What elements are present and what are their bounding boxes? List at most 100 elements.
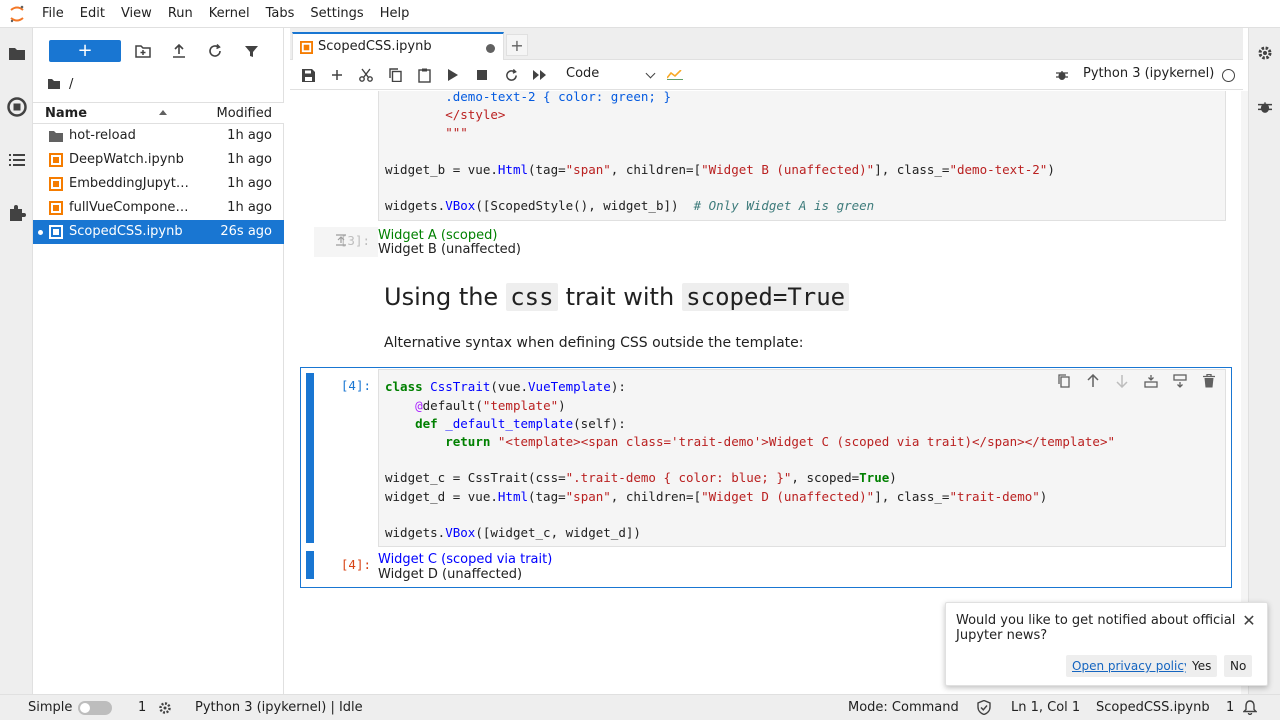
widget-d-output: Widget D (unaffected) xyxy=(378,567,523,582)
privacy-policy-link[interactable]: Open privacy policy xyxy=(1066,655,1198,677)
tab-scopedcss[interactable]: ScopedCSS.ipynb xyxy=(292,32,504,61)
fast-forward-icon[interactable] xyxy=(527,64,553,86)
file-row-embeddingjupyter[interactable]: EmbeddingJupyter.ipynb 1h ago xyxy=(33,172,284,196)
menu-help[interactable]: Help xyxy=(372,0,418,28)
file-modified: 26s ago xyxy=(220,224,272,239)
unsaved-dot-icon[interactable] xyxy=(486,44,495,53)
breadcrumb-folder-icon[interactable] xyxy=(47,78,61,90)
tab-label: ScopedCSS.ipynb xyxy=(318,39,432,54)
simple-mode-toggle[interactable] xyxy=(78,701,112,715)
cell-type-select[interactable]: Code xyxy=(562,66,658,84)
cut-icon[interactable] xyxy=(353,64,379,86)
running-kernels-icon[interactable] xyxy=(0,90,33,124)
insert-cell-above-icon[interactable] xyxy=(1141,371,1161,391)
insert-cell-below-icon[interactable] xyxy=(1170,371,1190,391)
restart-icon[interactable] xyxy=(498,64,524,86)
menu-file[interactable]: File xyxy=(34,0,72,28)
file-browser: + / Name Modified hot-reload 1h ago Deep… xyxy=(33,28,284,694)
code-line: def _default_template(self): xyxy=(415,416,626,431)
toast-message: Would you like to get notified about off… xyxy=(956,613,1236,643)
menu-run[interactable]: Run xyxy=(160,0,201,28)
stop-icon[interactable] xyxy=(469,64,495,86)
widget-a-output: Widget A (scoped) xyxy=(378,228,498,243)
code-line: return "<template><span class='trait-dem… xyxy=(445,434,1116,449)
new-tab-button[interactable]: + xyxy=(506,34,528,56)
file-name: hot-reload xyxy=(69,128,136,143)
no-button[interactable]: No xyxy=(1224,655,1253,677)
menu-edit[interactable]: Edit xyxy=(72,0,113,28)
plus-icon: + xyxy=(77,40,93,61)
new-launcher-button[interactable]: + xyxy=(49,40,121,62)
mode-indicator: Mode: Command xyxy=(848,700,959,715)
menu-view[interactable]: View xyxy=(113,0,160,28)
column-modified-header[interactable]: Modified xyxy=(217,106,272,121)
file-row-fullvuecomponent[interactable]: fullVueComponent.ipynb 1h ago xyxy=(33,196,284,220)
kernel-status[interactable]: Python 3 (ipykernel) | Idle xyxy=(195,700,363,715)
new-folder-icon[interactable] xyxy=(131,40,155,62)
code-line: """ xyxy=(445,125,468,140)
notification-count[interactable]: 1 xyxy=(1226,700,1234,715)
upload-icon[interactable] xyxy=(167,40,191,62)
save-icon[interactable] xyxy=(295,64,321,86)
folder-icon[interactable] xyxy=(0,36,33,70)
cell-type-value: Code xyxy=(566,66,600,81)
running-indicator-dot xyxy=(38,230,43,235)
move-up-icon[interactable] xyxy=(1083,371,1103,391)
file-row-scopedcss[interactable]: ScopedCSS.ipynb 26s ago xyxy=(33,220,284,244)
add-cell-icon[interactable] xyxy=(324,64,350,86)
extensions-puzzle-icon[interactable] xyxy=(0,196,33,230)
chevron-down-icon xyxy=(645,68,656,79)
column-name-header[interactable]: Name xyxy=(45,106,87,121)
jupyter-logo-icon xyxy=(0,0,34,28)
file-name: fullVueComponent.ipynb xyxy=(69,200,189,215)
menubar: File Edit View Run Kernel Tabs Settings … xyxy=(0,0,1280,28)
current-filename: ScopedCSS.ipynb xyxy=(1096,700,1210,715)
filter-icon[interactable] xyxy=(239,40,263,62)
kernel-status-idle-icon xyxy=(1222,69,1235,82)
menu-tabs[interactable]: Tabs xyxy=(258,0,303,28)
file-row-deepwatch[interactable]: DeepWatch.ipynb 1h ago xyxy=(33,148,284,172)
menu-settings[interactable]: Settings xyxy=(302,0,371,28)
refresh-icon[interactable] xyxy=(203,40,227,62)
folder-icon xyxy=(49,131,63,142)
table-of-contents-icon[interactable] xyxy=(0,143,33,177)
copy-icon[interactable] xyxy=(382,64,408,86)
menu-kernel[interactable]: Kernel xyxy=(201,0,258,28)
file-modified: 1h ago xyxy=(227,200,272,215)
bell-icon[interactable] xyxy=(1243,700,1257,715)
terminal-count[interactable]: 1 xyxy=(138,700,146,715)
debugger-bug-icon[interactable] xyxy=(1249,90,1280,124)
kernel-sessions-gear-icon[interactable] xyxy=(158,701,172,715)
run-icon[interactable] xyxy=(440,64,466,86)
duplicate-cell-icon[interactable] xyxy=(1054,371,1074,391)
cell-4-input[interactable]: class CssTrait(vue.VueTemplate): @defaul… xyxy=(378,369,1226,547)
close-icon[interactable]: ✕ xyxy=(1241,613,1257,629)
notebook-toolbar: Code Python 3 (ipykernel) xyxy=(290,60,1243,90)
debugger-bug-icon[interactable] xyxy=(1049,64,1075,86)
notebook-icon xyxy=(49,225,63,239)
paste-icon[interactable] xyxy=(411,64,437,86)
right-sidebar xyxy=(1248,28,1280,694)
output-collapser-bar[interactable] xyxy=(306,551,314,579)
variable-inspector-icon[interactable] xyxy=(662,64,688,86)
notebook-icon xyxy=(49,201,63,215)
heading-inline-code: css xyxy=(506,283,558,311)
property-inspector-gear-icon[interactable] xyxy=(1249,36,1280,70)
kernel-name[interactable]: Python 3 (ipykernel) xyxy=(1083,66,1214,81)
collapser-bar[interactable] xyxy=(306,373,314,543)
code-line: </style> xyxy=(445,107,506,122)
cell-4-output-prompt: [4]: xyxy=(340,557,371,572)
file-name: ScopedCSS.ipynb xyxy=(69,224,183,239)
main-area: ScopedCSS.ipynb + Code Python 3 (ipykern… xyxy=(290,28,1243,694)
file-row-hot-reload[interactable]: hot-reload 1h ago xyxy=(33,124,284,148)
cell-3-input[interactable]: .demo-text-2 { color: green; } </style> … xyxy=(378,91,1226,221)
delete-cell-icon[interactable] xyxy=(1199,371,1219,391)
yes-button[interactable]: Yes xyxy=(1186,655,1218,677)
code-line: class CssTrait(vue.VueTemplate): xyxy=(385,379,626,394)
collapse-output-icon[interactable] xyxy=(334,233,348,247)
cursor-position[interactable]: Ln 1, Col 1 xyxy=(1011,700,1080,715)
move-down-icon[interactable] xyxy=(1112,371,1132,391)
breadcrumb-root[interactable]: / xyxy=(69,77,73,92)
trusted-shield-icon[interactable] xyxy=(977,700,991,715)
left-sidebar xyxy=(0,28,33,694)
